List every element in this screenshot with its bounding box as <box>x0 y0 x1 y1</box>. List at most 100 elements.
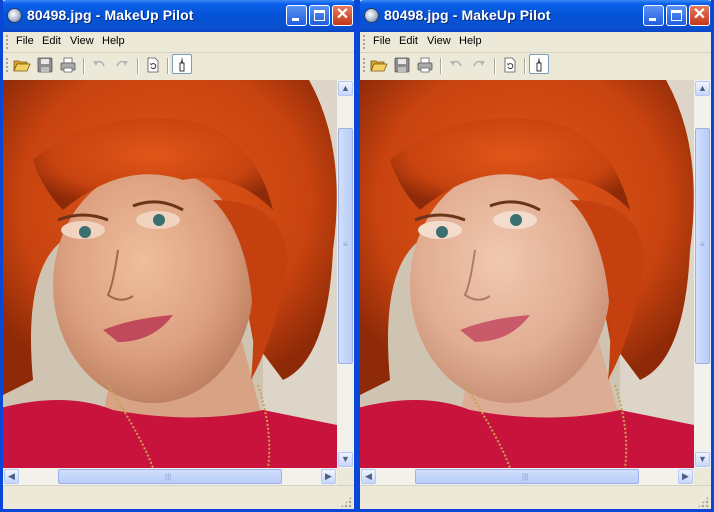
thumb-grip-icon: ≡ <box>700 240 705 249</box>
undo-icon <box>93 60 105 67</box>
redo-icon <box>473 60 485 67</box>
minimize-button[interactable] <box>286 5 307 26</box>
menu-help[interactable]: Help <box>102 35 125 47</box>
app-icon[interactable] <box>364 8 379 23</box>
window-title: 80498.jpg - MakeUp Pilot <box>384 7 551 23</box>
folder-open-icon <box>13 60 31 72</box>
title-bar[interactable]: 80498.jpg - MakeUp Pilot ✕ <box>3 0 354 32</box>
toolbar <box>3 53 354 79</box>
open-button[interactable] <box>370 56 388 74</box>
vertical-scrollbar[interactable]: ▲ ≡ ▼ <box>694 80 711 468</box>
window-title: 80498.jpg - MakeUp Pilot <box>27 7 194 23</box>
scroll-up-arrow-icon[interactable]: ▲ <box>338 81 353 96</box>
menu-view[interactable]: View <box>70 35 94 47</box>
printer-icon <box>60 57 76 73</box>
toolbar-separator <box>83 58 85 74</box>
vertical-scroll-thumb[interactable]: ≡ <box>338 128 353 364</box>
horizontal-scrollbar[interactable]: ◀ ||| ▶ <box>3 468 337 485</box>
minimize-button[interactable] <box>643 5 664 26</box>
undo-button[interactable] <box>447 56 465 74</box>
close-button[interactable]: ✕ <box>332 5 353 26</box>
undo-icon <box>450 60 462 67</box>
brush-tool-button[interactable] <box>172 54 192 74</box>
scroll-left-arrow-icon[interactable]: ◀ <box>361 469 376 484</box>
refresh-button[interactable] <box>144 56 162 74</box>
portrait-photo-original <box>3 80 337 468</box>
printer-icon <box>417 57 433 73</box>
makeup-pilot-window-retouched: 80498.jpg - MakeUp Pilot ✕ File Edit Vie… <box>357 0 714 512</box>
floppy-save-icon <box>37 57 53 73</box>
toolbar-separator <box>167 58 169 74</box>
scroll-right-arrow-icon[interactable]: ▶ <box>678 469 693 484</box>
photo-view-retouched[interactable] <box>360 80 694 468</box>
menu-file[interactable]: File <box>373 35 391 47</box>
toolbar-grip <box>363 58 365 72</box>
close-button[interactable]: ✕ <box>689 5 710 26</box>
vertical-scroll-thumb[interactable]: ≡ <box>695 128 710 364</box>
toolbar-grip <box>6 58 8 72</box>
close-icon: ✕ <box>692 6 707 23</box>
open-button[interactable] <box>13 56 31 74</box>
maximize-icon <box>671 10 682 21</box>
thumb-grip-icon: ||| <box>522 472 529 481</box>
redo-button[interactable] <box>470 56 488 74</box>
vertical-scrollbar[interactable]: ▲ ≡ ▼ <box>337 80 354 468</box>
resize-grip-icon[interactable] <box>340 496 352 508</box>
scroll-right-arrow-icon[interactable]: ▶ <box>321 469 336 484</box>
scroll-down-arrow-icon[interactable]: ▼ <box>695 452 710 467</box>
status-bar <box>360 485 711 509</box>
toolbar-separator <box>494 58 496 74</box>
horizontal-scroll-thumb[interactable]: ||| <box>58 469 282 484</box>
maximize-button[interactable] <box>309 5 330 26</box>
menu-bar: File Edit View Help <box>360 32 711 53</box>
scroll-down-arrow-icon[interactable]: ▼ <box>338 452 353 467</box>
resize-grip-icon[interactable] <box>697 496 709 508</box>
scroll-left-arrow-icon[interactable]: ◀ <box>4 469 19 484</box>
menu-grip <box>6 35 8 49</box>
redo-button[interactable] <box>113 56 131 74</box>
status-bar <box>3 485 354 509</box>
portrait-photo-retouched <box>360 80 694 468</box>
scroll-corner <box>337 468 354 485</box>
app-icon[interactable] <box>7 8 22 23</box>
title-bar[interactable]: 80498.jpg - MakeUp Pilot ✕ <box>360 0 711 32</box>
print-button[interactable] <box>416 56 434 74</box>
menu-edit[interactable]: Edit <box>399 35 418 47</box>
toolbar-separator <box>137 58 139 74</box>
refresh-button[interactable] <box>501 56 519 74</box>
brush-tool-button[interactable] <box>529 54 549 74</box>
photo-view-original[interactable] <box>3 80 337 468</box>
undo-button[interactable] <box>90 56 108 74</box>
makeup-pilot-window-original: 80498.jpg - MakeUp Pilot ✕ File Edit Vie… <box>0 0 357 512</box>
maximize-icon <box>314 10 325 21</box>
menu-help[interactable]: Help <box>459 35 482 47</box>
print-button[interactable] <box>59 56 77 74</box>
floppy-save-icon <box>394 57 410 73</box>
menu-bar: File Edit View Help <box>3 32 354 53</box>
menu-edit[interactable]: Edit <box>42 35 61 47</box>
toolbar-separator <box>524 58 526 74</box>
save-button[interactable] <box>36 56 54 74</box>
maximize-button[interactable] <box>666 5 687 26</box>
scroll-corner <box>694 468 711 485</box>
document-refresh-icon <box>147 57 159 73</box>
scroll-up-arrow-icon[interactable]: ▲ <box>695 81 710 96</box>
brush-tool-icon <box>536 57 542 72</box>
folder-open-icon <box>370 60 388 72</box>
redo-icon <box>116 60 128 67</box>
close-icon: ✕ <box>335 6 350 23</box>
brush-tool-icon <box>179 57 185 72</box>
minimize-icon <box>292 18 299 21</box>
horizontal-scroll-thumb[interactable]: ||| <box>415 469 639 484</box>
toolbar-separator <box>440 58 442 74</box>
menu-grip <box>363 35 365 49</box>
menu-file[interactable]: File <box>16 35 34 47</box>
thumb-grip-icon: ≡ <box>343 240 348 249</box>
menu-view[interactable]: View <box>427 35 451 47</box>
thumb-grip-icon: ||| <box>165 472 172 481</box>
toolbar <box>360 53 711 79</box>
save-button[interactable] <box>393 56 411 74</box>
document-refresh-icon <box>504 57 516 73</box>
minimize-icon <box>649 18 656 21</box>
horizontal-scrollbar[interactable]: ◀ ||| ▶ <box>360 468 694 485</box>
